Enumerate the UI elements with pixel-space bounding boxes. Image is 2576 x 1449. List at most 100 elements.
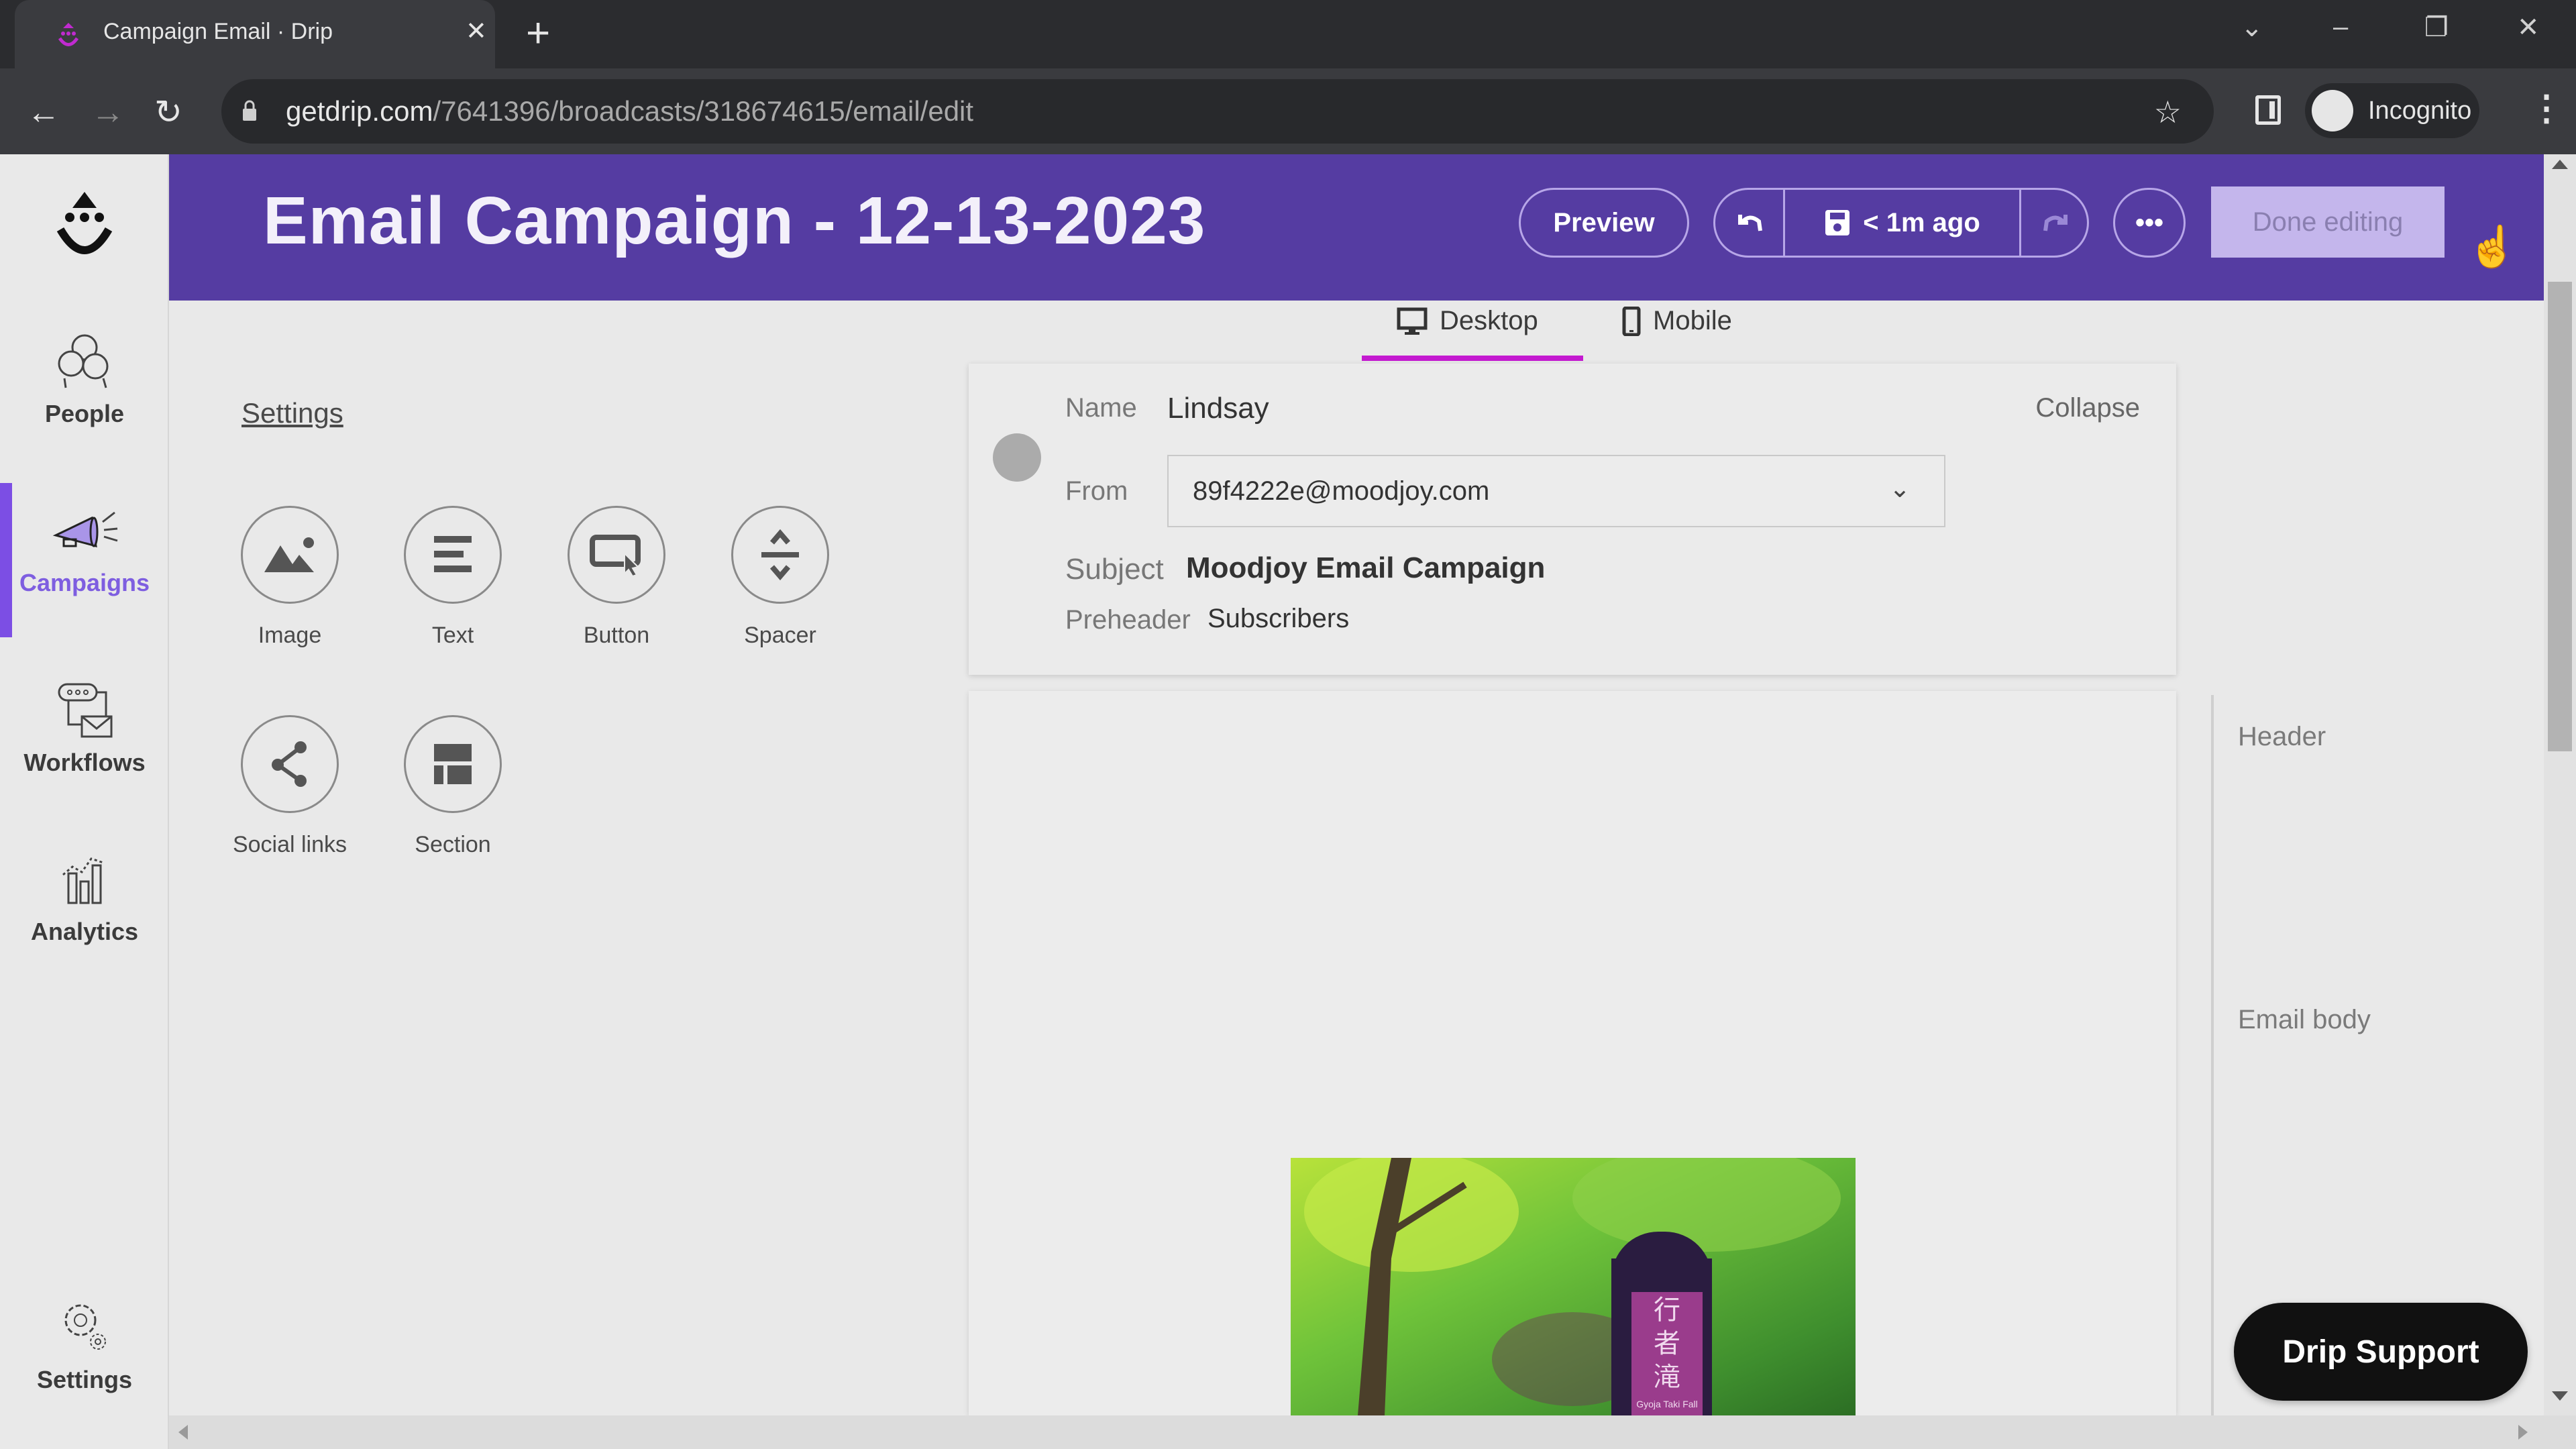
- undo-button[interactable]: [1715, 190, 1785, 256]
- block-label: Social links: [232, 832, 347, 857]
- horizontal-scrollbar[interactable]: [169, 1415, 2576, 1449]
- kebab-menu-icon[interactable]: ⋮: [2529, 89, 2564, 129]
- save-status-text: < 1m ago: [1863, 207, 1980, 237]
- tab-mobile-label: Mobile: [1653, 306, 1732, 335]
- sign-text: 滝: [1654, 1362, 1680, 1392]
- outline-item-header[interactable]: Header: [2238, 722, 2326, 752]
- sender-avatar[interactable]: [993, 433, 1041, 482]
- bookmark-star-icon[interactable]: ☆: [2154, 94, 2182, 130]
- sidebar-item-analytics[interactable]: Analytics: [0, 847, 169, 1001]
- device-tabs: Desktop Mobile: [1362, 301, 1764, 357]
- image-icon: [264, 537, 314, 572]
- sidebar-item-campaigns[interactable]: Campaigns: [0, 483, 169, 637]
- outline-item-email-body[interactable]: Email body: [2238, 1005, 2371, 1035]
- sidebar-item-label: Settings: [36, 1366, 132, 1393]
- sidebar-item-people[interactable]: People: [0, 329, 169, 483]
- from-address-select[interactable]: 89f4222e@moodjoy.com ⌄: [1167, 455, 1945, 527]
- chevron-down-icon: ⌄: [1889, 475, 1911, 503]
- sign-text: 者: [1654, 1329, 1680, 1358]
- block-label: Image: [258, 623, 322, 648]
- preheader-value[interactable]: Subscribers: [1208, 604, 1349, 634]
- sign-text: 行: [1654, 1295, 1680, 1325]
- tab-search-icon[interactable]: ⌄: [2241, 12, 2263, 43]
- drip-logo-icon[interactable]: [54, 188, 115, 262]
- close-tab-icon[interactable]: ✕: [466, 16, 487, 46]
- tab-desktop-label: Desktop: [1440, 306, 1538, 335]
- subject-value[interactable]: Moodjoy Email Campaign: [1186, 551, 1545, 585]
- from-address-value: 89f4222e@moodjoy.com: [1193, 476, 1490, 506]
- browser-tab[interactable]: Campaign Email · Drip ✕: [15, 0, 495, 68]
- gear-icon: [64, 1304, 106, 1350]
- block-label: Text: [431, 623, 474, 648]
- forest-photo: 行 者 滝 Gyoja Taki Fall: [1291, 1158, 1856, 1415]
- address-bar[interactable]: getdrip.com/7641396/broadcasts/318674615…: [221, 79, 2214, 144]
- reload-icon[interactable]: ↻: [154, 93, 182, 131]
- side-navigation: People Campaigns Workflows Analytics Set…: [0, 154, 169, 1449]
- name-label: Name: [1065, 393, 1137, 423]
- text-icon: [434, 536, 472, 572]
- subject-label: Subject: [1065, 553, 1164, 586]
- mobile-phone-icon: [1622, 306, 1641, 336]
- share-icon: [272, 741, 307, 787]
- side-panel-icon[interactable]: [2255, 95, 2281, 125]
- done-editing-button[interactable]: Done editing: [2211, 186, 2445, 258]
- sidebar-item-settings[interactable]: Settings: [0, 1295, 169, 1449]
- email-hero-image[interactable]: 行 者 滝 Gyoja Taki Fall: [1291, 1158, 1856, 1415]
- block-button[interactable]: Button: [549, 506, 684, 649]
- workflow-icon: [58, 683, 113, 738]
- block-label: Button: [583, 623, 650, 648]
- drip-support-button[interactable]: Drip Support: [2234, 1303, 2528, 1401]
- incognito-profile-button[interactable]: Incognito: [2305, 83, 2479, 138]
- undo-icon: [1737, 215, 1762, 231]
- settings-link[interactable]: Settings: [241, 397, 343, 429]
- new-tab-button[interactable]: +: [526, 9, 550, 57]
- people-icon: [58, 334, 109, 388]
- megaphone-icon: [52, 511, 118, 548]
- scroll-up-icon[interactable]: [2552, 160, 2568, 169]
- block-social-links[interactable]: Social links: [223, 715, 357, 858]
- redo-icon: [2043, 215, 2068, 231]
- sidebar-item-workflows[interactable]: Workflows: [0, 678, 169, 832]
- sidebar-item-label: Analytics: [30, 918, 139, 945]
- browser-tabstrip: Campaign Email · Drip ✕ + ⌄ – ❐ ✕: [0, 0, 2576, 68]
- back-icon[interactable]: ←: [27, 93, 60, 131]
- button-icon: [590, 535, 641, 576]
- scroll-right-icon[interactable]: [2518, 1425, 2528, 1440]
- block-spacer[interactable]: Spacer: [713, 506, 847, 649]
- preview-button[interactable]: Preview: [1519, 188, 1689, 258]
- block-label: Spacer: [744, 623, 816, 648]
- window-close-icon[interactable]: ✕: [2517, 12, 2540, 43]
- scrollbar-thumb[interactable]: [2548, 282, 2572, 751]
- drip-app: People Campaigns Workflows Analytics Set…: [0, 154, 2576, 1449]
- sidebar-item-label: People: [44, 400, 125, 427]
- lock-icon: [243, 100, 256, 121]
- redo-button[interactable]: [2021, 190, 2091, 256]
- restore-icon[interactable]: ❐: [2424, 12, 2449, 43]
- incognito-label: Incognito: [2368, 97, 2472, 125]
- editor-header: Email Campaign - 12-13-2023 Preview < 1m…: [169, 154, 2544, 301]
- collapse-link[interactable]: Collapse: [2035, 393, 2140, 423]
- block-text[interactable]: Text: [386, 506, 520, 649]
- history-controls: < 1m ago: [1713, 188, 2089, 258]
- name-value[interactable]: Lindsay: [1167, 392, 1269, 425]
- save-status[interactable]: < 1m ago: [1785, 190, 2021, 256]
- sign-caption: Gyoja Taki Fall: [1636, 1399, 1698, 1409]
- scroll-down-icon[interactable]: [2552, 1391, 2568, 1401]
- vertical-scrollbar[interactable]: [2544, 154, 2576, 1415]
- block-image[interactable]: Image: [223, 506, 357, 649]
- more-options-button[interactable]: •••: [2113, 188, 2186, 258]
- tab-desktop[interactable]: Desktop: [1397, 306, 1538, 336]
- block-label: Section: [415, 832, 491, 857]
- tab-mobile[interactable]: Mobile: [1622, 306, 1732, 336]
- scroll-left-icon[interactable]: [178, 1425, 188, 1440]
- mouse-cursor-hand-icon: ☝: [2467, 224, 2518, 269]
- block-section[interactable]: Section: [386, 715, 520, 858]
- forward-icon[interactable]: →: [91, 93, 125, 131]
- drip-favicon-icon: [58, 23, 79, 46]
- active-tab-indicator: [1362, 356, 1583, 361]
- minimize-icon[interactable]: –: [2333, 12, 2348, 42]
- sidebar-item-label: Campaigns: [19, 569, 150, 596]
- section-icon: [434, 744, 472, 784]
- save-disk-icon: [1825, 210, 1850, 235]
- email-canvas: 行 者 滝 Gyoja Taki Fall: [969, 691, 2176, 1415]
